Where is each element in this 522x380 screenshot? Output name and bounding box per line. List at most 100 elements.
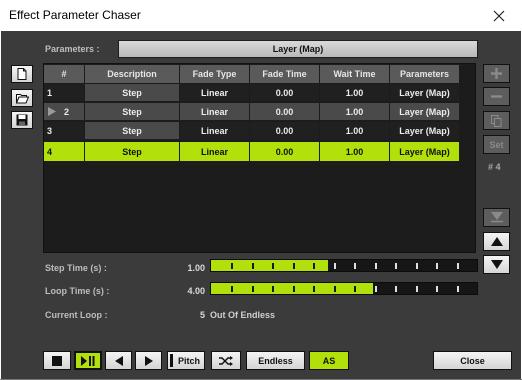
column-header-fade-time[interactable]: Fade Time <box>250 65 319 83</box>
column-header-description[interactable]: Description <box>85 65 179 83</box>
stop-button[interactable] <box>43 351 71 370</box>
move-down-button[interactable] <box>483 255 510 274</box>
slider-tick <box>436 286 438 292</box>
table-row-3-fade-time[interactable]: 0.00 <box>250 122 319 139</box>
table-row-3-wait-time[interactable]: 1.00 <box>320 122 389 139</box>
endless-button[interactable]: Endless <box>246 351 305 370</box>
slider-tick <box>231 286 233 292</box>
table-row-4-fade-time[interactable]: 0.00 <box>250 142 319 161</box>
play-pause-icon <box>81 355 95 366</box>
slider-tick <box>354 286 356 292</box>
table-row-2-description[interactable]: Step <box>85 103 179 120</box>
copy-step-button[interactable] <box>483 111 510 130</box>
table-row-4-description[interactable]: Step <box>85 142 179 161</box>
table-row-2-number-cell[interactable]: 2 <box>44 103 84 120</box>
table-row-4-number[interactable]: 4 <box>44 142 84 161</box>
copy-icon <box>491 114 502 127</box>
pitch-label: Pitch <box>178 355 201 366</box>
as-button[interactable]: AS <box>309 351 349 370</box>
open-folder-icon <box>15 93 29 103</box>
table-row-1-wait-time[interactable]: 1.00 <box>320 84 389 101</box>
open-button[interactable] <box>11 89 33 107</box>
step-time-slider-fill <box>211 260 329 271</box>
slider-tick <box>416 286 418 292</box>
slider-tick <box>375 286 377 292</box>
table-row-1-number[interactable]: 1 <box>44 84 84 101</box>
next-button[interactable] <box>135 351 162 370</box>
step-time-slider[interactable] <box>210 259 478 272</box>
slider-tick <box>395 263 397 269</box>
move-to-end-button[interactable] <box>483 208 510 227</box>
play-indicator-icon <box>48 107 56 116</box>
slider-tick <box>436 263 438 269</box>
step-count-label: # 4 <box>488 162 501 172</box>
arrow-down-double-icon <box>490 212 503 223</box>
shuffle-button[interactable] <box>211 351 241 370</box>
remove-step-button[interactable] <box>483 87 510 106</box>
slider-tick <box>293 286 295 292</box>
table-row-3-number[interactable]: 3 <box>44 122 84 139</box>
plus-icon <box>491 68 502 79</box>
table-row-1-fade-type[interactable]: Linear <box>180 84 249 101</box>
parameters-value: Layer (Map) <box>272 44 324 54</box>
slider-tick <box>272 263 274 269</box>
slider-tick <box>354 263 356 269</box>
current-loop-label: Current Loop : <box>45 310 108 320</box>
table-row-4-fade-type[interactable]: Linear <box>180 142 249 161</box>
minus-icon <box>491 95 502 98</box>
parameters-label: Parameters : <box>45 44 100 54</box>
new-file-icon <box>17 68 27 80</box>
set-button[interactable]: Set <box>483 135 510 154</box>
save-icon <box>16 114 28 126</box>
column-header-number[interactable]: # <box>44 65 84 83</box>
new-button[interactable] <box>11 65 33 83</box>
table-row-4-wait-time[interactable]: 1.00 <box>320 142 389 161</box>
loop-time-label: Loop Time (s) : <box>45 286 110 296</box>
table-row-2-fade-time[interactable]: 0.00 <box>250 103 319 120</box>
window-close-button[interactable] <box>476 0 522 31</box>
column-header-fade-type[interactable]: Fade Type <box>180 65 249 83</box>
play-pause-button[interactable] <box>74 351 102 370</box>
column-header-parameters[interactable]: Parameters <box>390 65 459 83</box>
slider-tick <box>313 263 315 269</box>
slider-tick <box>313 286 315 292</box>
save-button[interactable] <box>11 111 33 129</box>
loop-time-slider[interactable] <box>210 282 478 295</box>
slider-tick <box>457 263 459 269</box>
previous-button[interactable] <box>105 351 132 370</box>
arrow-up-icon <box>490 237 503 246</box>
previous-icon <box>114 355 123 366</box>
stop-icon <box>52 355 62 366</box>
table-row-2-number: 2 <box>64 106 70 117</box>
table-row-3-parameters[interactable]: Layer (Map) <box>390 122 459 139</box>
next-icon <box>144 355 153 366</box>
slider-tick <box>252 286 254 292</box>
arrow-down-icon <box>490 260 503 269</box>
parameters-selector[interactable]: Layer (Map) <box>118 40 478 58</box>
current-loop-suffix: Out Of Endless <box>210 310 276 320</box>
table-row-1-parameters[interactable]: Layer (Map) <box>390 84 459 101</box>
table-row-4-parameters[interactable]: Layer (Map) <box>390 142 459 161</box>
table-row-2-wait-time[interactable]: 1.00 <box>320 103 389 120</box>
title-bar: Effect Parameter Chaser <box>0 0 522 32</box>
slider-tick <box>416 263 418 269</box>
table-row-3-fade-type[interactable]: Linear <box>180 122 249 139</box>
current-loop-value: 5 <box>199 310 205 320</box>
move-up-button[interactable] <box>483 232 510 251</box>
column-header-wait-time[interactable]: Wait Time <box>320 65 389 83</box>
table-row-3-description[interactable]: Step <box>85 122 179 139</box>
slider-tick <box>252 263 254 269</box>
add-step-button[interactable] <box>483 64 510 83</box>
table-row-1-fade-time[interactable]: 0.00 <box>250 84 319 101</box>
step-time-label: Step Time (s) : <box>45 263 107 273</box>
table-row-2-parameters[interactable]: Layer (Map) <box>390 103 459 120</box>
slider-tick <box>375 263 377 269</box>
slider-tick <box>334 263 336 269</box>
window-title: Effect Parameter Chaser <box>9 8 141 22</box>
close-button[interactable]: Close <box>433 351 512 370</box>
table-row-2-fade-type[interactable]: Linear <box>180 103 249 120</box>
pitch-button[interactable]: Pitch <box>167 351 205 370</box>
table-row-1-description[interactable]: Step <box>85 84 179 101</box>
pitch-marker-icon <box>170 354 173 367</box>
slider-tick <box>293 263 295 269</box>
